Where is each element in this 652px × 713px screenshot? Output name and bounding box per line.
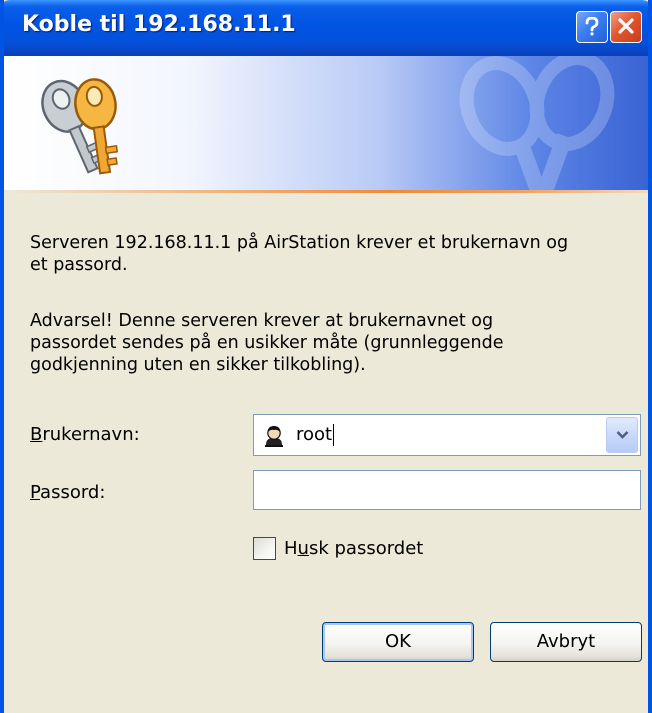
ok-button[interactable]: OK — [322, 622, 474, 662]
security-warning: Advarsel! Denne serveren krever at bruke… — [30, 311, 504, 375]
close-button[interactable] — [610, 11, 642, 43]
cancel-button[interactable]: Avbryt — [490, 622, 642, 662]
chevron-down-icon — [607, 430, 637, 440]
password-label: Passord: — [30, 482, 106, 503]
window-title: Koble til 192.168.11.1 — [22, 12, 296, 37]
banner-divider — [4, 190, 648, 193]
password-input[interactable] — [253, 470, 641, 510]
keys-icon — [34, 76, 144, 184]
close-icon — [611, 17, 641, 35]
username-combobox[interactable]: root — [253, 414, 641, 456]
help-icon — [577, 17, 607, 37]
remember-password-checkbox[interactable] — [253, 537, 276, 560]
user-icon — [262, 424, 286, 452]
help-button[interactable] — [576, 11, 608, 43]
title-bar[interactable]: Koble til 192.168.11.1 — [4, 0, 648, 56]
username-dropdown-button[interactable] — [606, 417, 638, 453]
username-label: Brukernavn: — [30, 424, 140, 445]
username-input[interactable]: root — [296, 424, 335, 446]
remember-password-label[interactable]: Husk passordet — [284, 538, 423, 559]
keys-watermark-icon — [442, 56, 642, 190]
login-dialog: Koble til 192.168.11.1 Serveren 192.168.… — [0, 0, 652, 713]
server-message: Serveren 192.168.11.1 på AirStation krev… — [30, 233, 569, 275]
